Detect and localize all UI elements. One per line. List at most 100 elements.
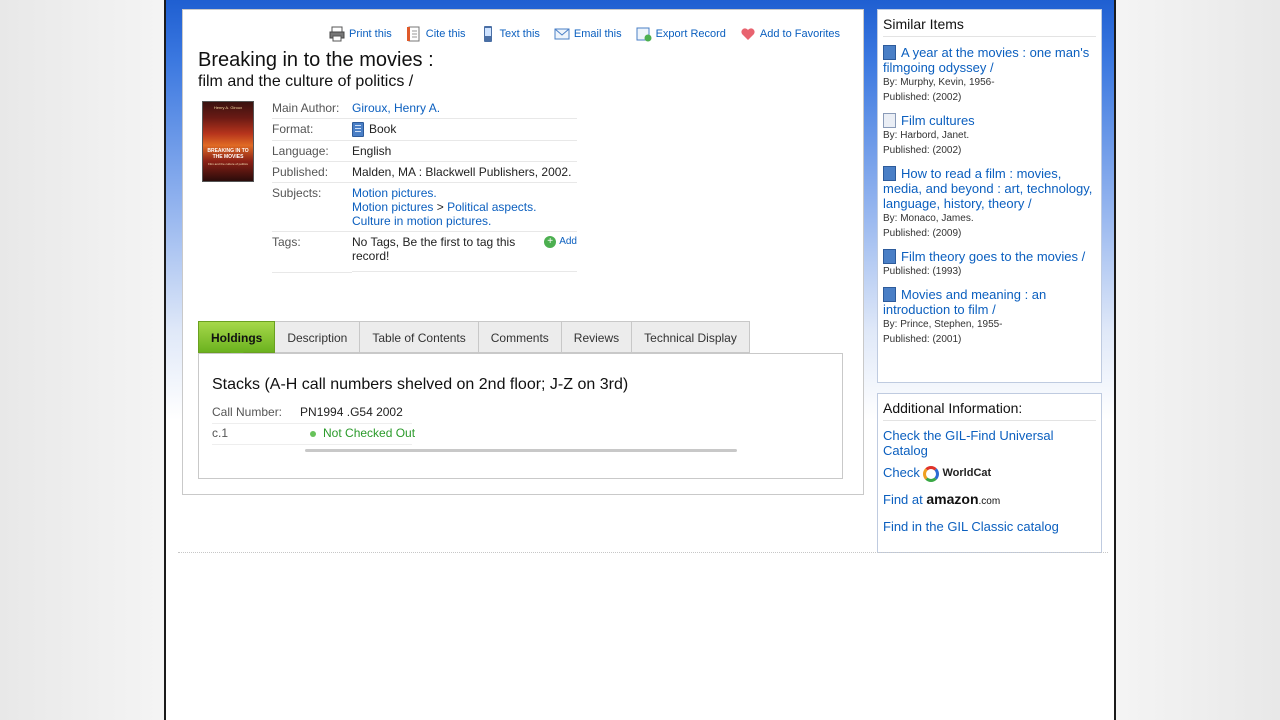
similar-item-link[interactable]: Film theory goes to the movies / xyxy=(883,249,1085,264)
worldcat-check-label: Check xyxy=(883,465,920,480)
similar-item-title: How to read a film : movies, media, and … xyxy=(883,166,1093,211)
similar-item-author: By: Harbord, Janet. xyxy=(883,130,970,141)
similar-item-published: Published: (2002) xyxy=(883,145,962,156)
similar-item-link[interactable]: How to read a film : movies, media, and … xyxy=(883,166,1092,211)
author-row: Main Author: Giroux, Henry A. xyxy=(272,98,577,119)
cite-label: Cite this xyxy=(425,28,466,40)
holdings-panel: Stacks (A-H call numbers shelved on 2nd … xyxy=(198,353,843,479)
worldcat-wordmark: WorldCat xyxy=(942,467,992,480)
holdings-location: Stacks (A-H call numbers shelved on 2nd … xyxy=(212,376,629,393)
call-number-row: Call Number: PN1994 .G54 2002 xyxy=(212,405,412,424)
published-value: Malden, MA : Blackwell Publishers, 2002. xyxy=(352,161,577,184)
similar-item: Film theory goes to the movies / Publish… xyxy=(883,249,1096,279)
tab-holdings[interactable]: Holdings xyxy=(198,321,276,359)
copy-number: c.1 xyxy=(212,426,229,440)
tab-description[interactable]: Description xyxy=(275,321,361,353)
cover-author: Henry A. Giroux xyxy=(213,105,243,110)
additional-info-title: Additional Information: xyxy=(883,394,1096,421)
gil-classic-link[interactable]: Find in the GIL Classic catalog xyxy=(883,519,1059,534)
cover-subtitle: Film and the culture of politics xyxy=(208,162,248,166)
similar-item-link[interactable]: A year at the movies : one man's filmgoi… xyxy=(883,45,1089,75)
subject-link-2[interactable]: Motion pictures xyxy=(352,200,433,214)
similar-item-author: By: Murphy, Kevin, 1956- xyxy=(883,77,995,88)
page-frame: Print this Cite this Text this Email thi… xyxy=(164,0,1116,720)
print-link[interactable]: Print this xyxy=(329,26,392,42)
published-label: Published: xyxy=(272,161,352,184)
similar-item: Movies and meaning : an introduction to … xyxy=(883,287,1096,347)
author-label: Main Author: xyxy=(272,98,352,119)
record-panel: Print this Cite this Text this Email thi… xyxy=(182,9,864,495)
published-row: Published: Malden, MA : Blackwell Publis… xyxy=(272,161,577,184)
email-link[interactable]: Email this xyxy=(554,26,622,42)
favorites-link[interactable]: Add to Favorites xyxy=(740,26,840,42)
subject-link-4[interactable]: Culture in motion pictures. xyxy=(352,214,491,228)
export-link[interactable]: Export Record xyxy=(636,26,726,42)
tab-technical-display[interactable]: Technical Display xyxy=(632,321,750,353)
similar-items-title: Similar Items xyxy=(883,10,1096,37)
worldcat-link[interactable]: Check WorldCat xyxy=(883,465,992,482)
language-value: English xyxy=(352,140,577,163)
book-icon xyxy=(883,45,896,60)
amazon-logo: amazon.com xyxy=(926,491,1000,507)
availability-status: Not Checked Out xyxy=(310,426,415,440)
similar-item-link[interactable]: Film cultures xyxy=(883,113,975,128)
amazon-suffix: .com xyxy=(978,495,1001,507)
worldcat-icon xyxy=(923,465,940,482)
call-number-label: Call Number: xyxy=(212,405,283,419)
phone-icon xyxy=(483,26,492,42)
format-label: Format: xyxy=(272,118,352,142)
amazon-find-label: Find at xyxy=(883,491,923,507)
subject-link-3[interactable]: Political aspects. xyxy=(447,200,536,214)
tab-reviews[interactable]: Reviews xyxy=(561,321,633,353)
record-subtitle: film and the culture of politics / xyxy=(198,73,414,90)
similar-item-author: By: Monaco, James. xyxy=(883,213,974,224)
record-details-table: Main Author: Giroux, Henry A. Format: Bo… xyxy=(272,98,577,273)
video-icon xyxy=(883,113,896,128)
add-tag-label: Add xyxy=(559,236,577,248)
available-dot-icon xyxy=(310,430,317,437)
book-icon xyxy=(352,122,364,138)
printer-icon xyxy=(329,26,345,42)
amazon-wordmark: amazon xyxy=(926,490,979,507)
tags-label: Tags: xyxy=(272,231,352,273)
subject-link-1[interactable]: Motion pictures. xyxy=(352,186,437,200)
book-icon xyxy=(883,166,896,181)
heart-icon xyxy=(741,28,755,40)
add-tag-button[interactable]: + Add xyxy=(544,235,577,263)
record-title: Breaking in to the movies : xyxy=(198,49,434,71)
similar-item-author: By: Prince, Stephen, 1955- xyxy=(883,319,1003,330)
call-number-value: PN1994 .G54 2002 xyxy=(300,405,403,419)
cite-link[interactable]: Cite this xyxy=(406,26,466,42)
language-label: Language: xyxy=(272,140,352,163)
format-row: Format: Book xyxy=(272,118,577,142)
similar-item-published: Published: (2009) xyxy=(883,228,962,239)
amazon-link[interactable]: Find at amazon.com xyxy=(883,491,1000,507)
cite-icon xyxy=(406,26,420,42)
tab-table-of-contents[interactable]: Table of Contents xyxy=(360,321,479,353)
gil-find-link[interactable]: Check the GIL-Find Universal Catalog xyxy=(883,428,1054,458)
additional-info-panel: Additional Information: Check the GIL-Fi… xyxy=(877,393,1102,553)
export-label: Export Record xyxy=(655,28,726,40)
tab-comments[interactable]: Comments xyxy=(478,321,562,353)
author-link[interactable]: Giroux, Henry A. xyxy=(352,101,440,115)
tags-row: Tags: No Tags, Be the first to tag this … xyxy=(272,231,577,273)
text-link[interactable]: Text this xyxy=(480,26,540,42)
similar-item-title: Movies and meaning : an introduction to … xyxy=(883,287,1047,317)
text-label: Text this xyxy=(499,28,540,40)
language-row: Language: English xyxy=(272,140,577,163)
format-value: Book xyxy=(369,122,397,136)
similar-item-title: A year at the movies : one man's filmgoi… xyxy=(883,45,1090,75)
similar-item-link[interactable]: Movies and meaning : an introduction to … xyxy=(883,287,1046,317)
subject-separator: > xyxy=(436,200,444,215)
export-icon xyxy=(636,27,652,42)
book-icon xyxy=(883,249,896,264)
similar-item-published: Published: (2001) xyxy=(883,334,962,345)
similar-item-title: Film theory goes to the movies / xyxy=(901,249,1086,264)
horizontal-scrollbar[interactable] xyxy=(305,449,737,452)
similar-item-published: Published: (1993) xyxy=(883,266,962,277)
footer-divider xyxy=(178,552,1108,553)
worldcat-logo: WorldCat xyxy=(923,465,992,482)
print-label: Print this xyxy=(349,28,392,40)
similar-item: A year at the movies : one man's filmgoi… xyxy=(883,45,1096,105)
plus-icon: + xyxy=(544,235,557,248)
